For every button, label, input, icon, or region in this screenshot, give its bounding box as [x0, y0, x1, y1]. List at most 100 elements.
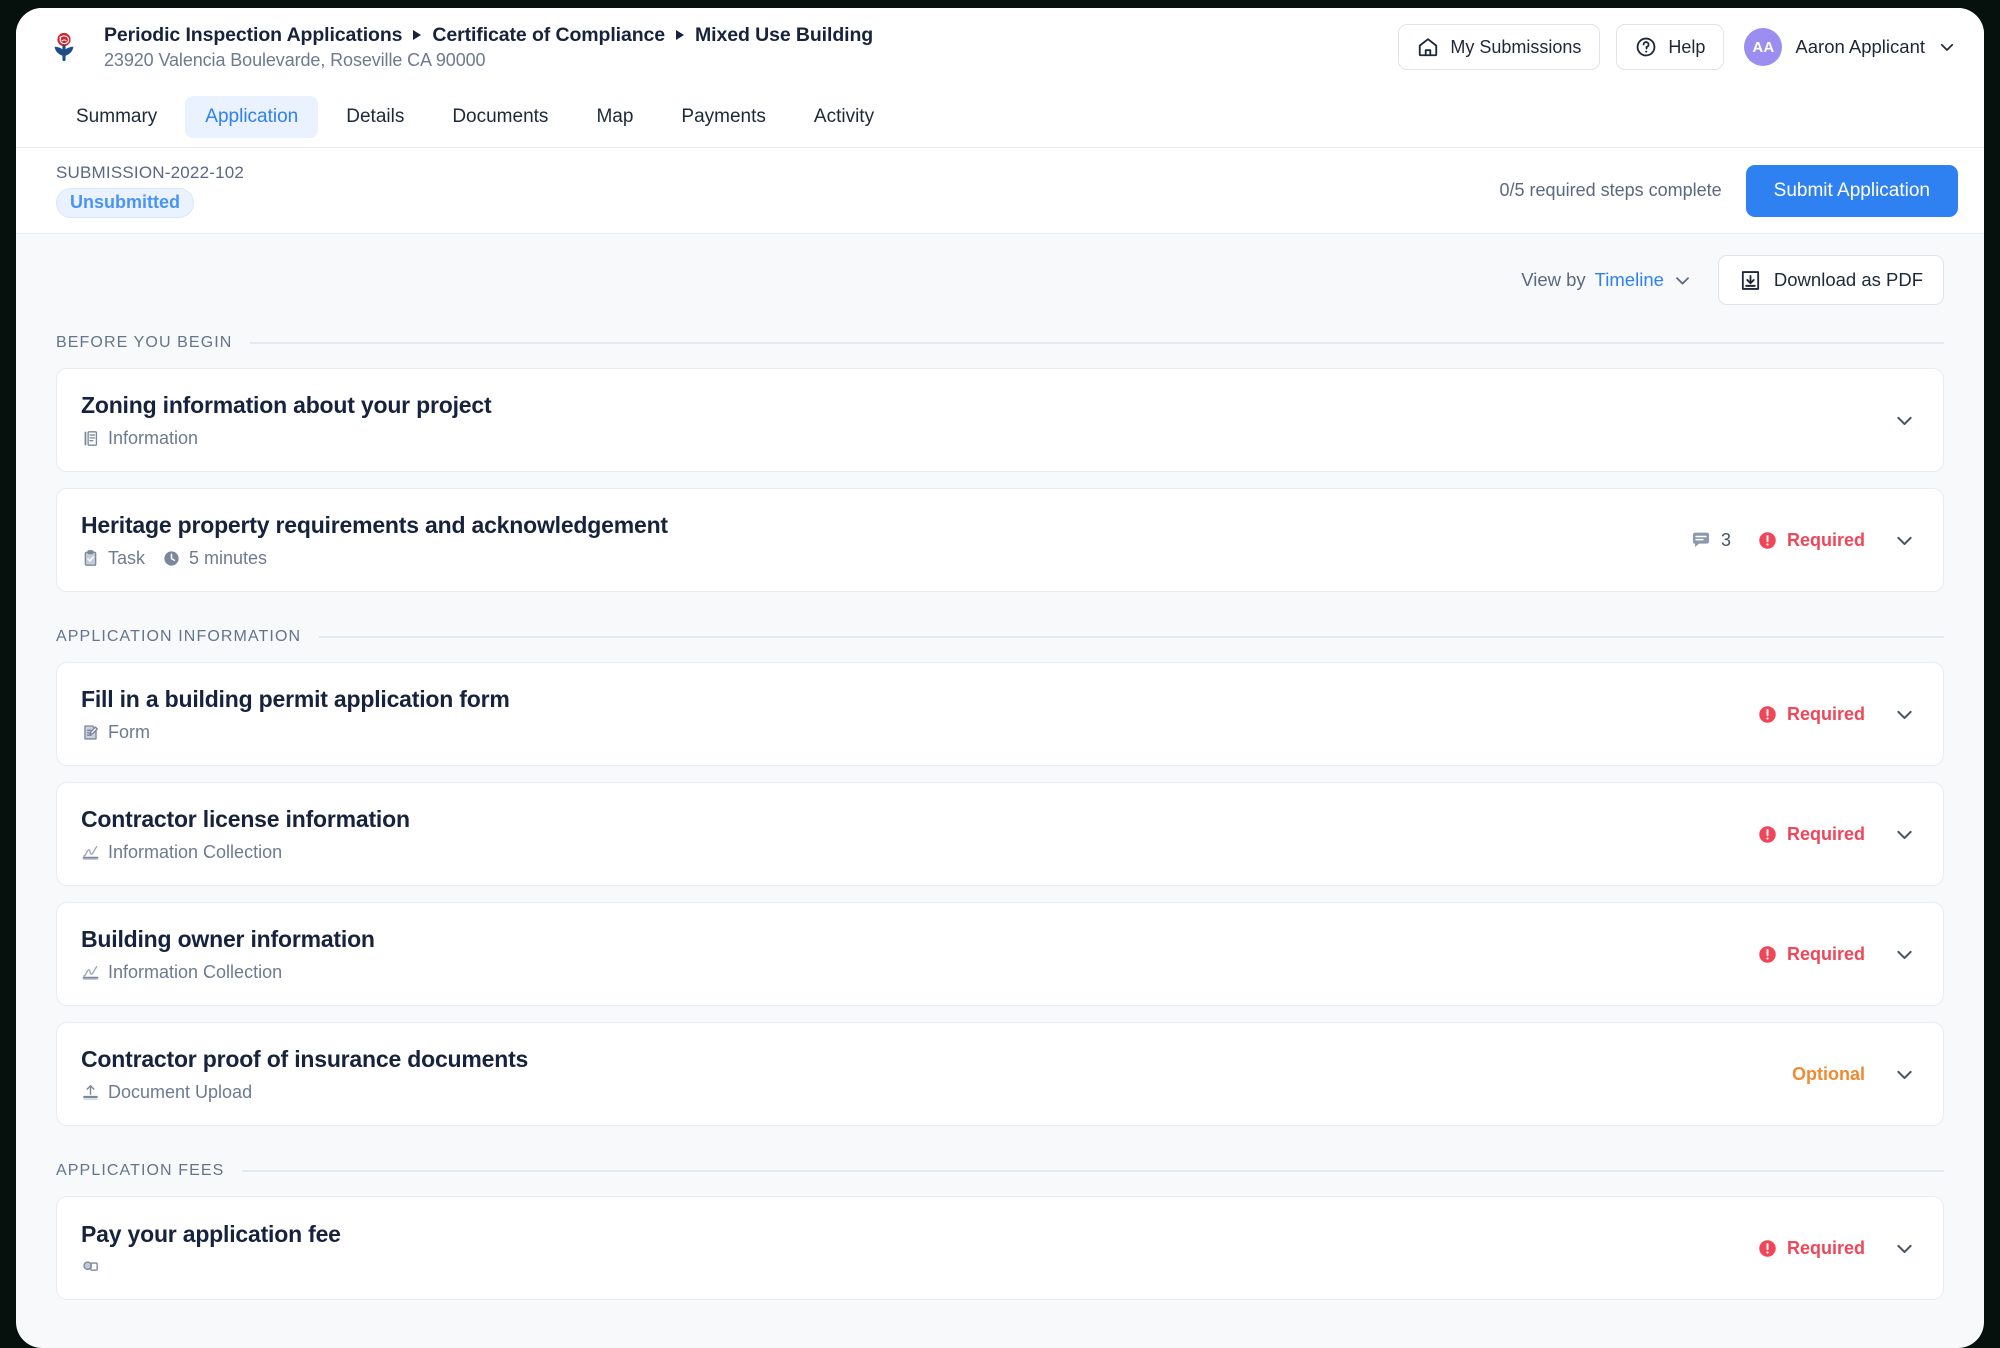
chevron-down-icon[interactable] [1891, 944, 1917, 965]
chevron-down-icon[interactable] [1891, 410, 1917, 431]
step-card-pay-application-fee[interactable]: Pay your application fee Required [56, 1196, 1944, 1300]
step-title: Zoning information about your project [81, 391, 492, 418]
status-badge-label: Optional [1792, 1063, 1865, 1084]
section-title: APPLICATION INFORMATION [56, 628, 302, 645]
my-submissions-button[interactable]: My Submissions [1398, 24, 1601, 70]
breadcrumb-separator-icon [413, 30, 422, 40]
step-type-label: Information Collection [108, 961, 283, 982]
tab-application[interactable]: Application [185, 95, 319, 138]
property-address: 23920 Valencia Boulevarde, Roseville CA … [104, 49, 486, 70]
tab-payments[interactable]: Payments [661, 96, 785, 138]
section-divider [319, 636, 1944, 638]
step-card-building-owner-information[interactable]: Building owner information Information C… [56, 902, 1944, 1006]
signature-icon [81, 963, 100, 982]
upload-icon [81, 1083, 100, 1102]
alert-circle-icon [1757, 1238, 1778, 1259]
clock-icon [162, 549, 181, 568]
status-badge-label: Required [1786, 943, 1865, 964]
avatar: AA [1744, 28, 1783, 66]
view-by-selector[interactable]: View by Timeline [1521, 269, 1692, 291]
help-label: Help [1668, 36, 1706, 57]
breadcrumb: Periodic Inspection Applications Certifi… [104, 24, 873, 71]
application-content: View by Timeline Download as PDF BEFORE … [16, 234, 1984, 1300]
step-title: Contractor license information [81, 805, 410, 832]
status-badge: Unsubmitted [56, 188, 194, 218]
comment-bubble-icon [1690, 529, 1712, 551]
step-title: Fill in a building permit application fo… [81, 685, 510, 712]
user-name: Aaron Applicant [1795, 36, 1925, 57]
comment-count: 3 [1720, 529, 1731, 550]
chevron-down-icon[interactable] [1891, 530, 1917, 551]
status-badge-required: Required [1757, 704, 1865, 725]
status-badge-required: Required [1757, 1238, 1865, 1259]
download-box-icon [1739, 269, 1762, 292]
step-card-contractor-license[interactable]: Contractor license information Informati… [56, 782, 1944, 886]
section-header-application-fees: APPLICATION FEES [56, 1162, 1944, 1180]
question-circle-icon [1635, 36, 1657, 58]
alert-circle-icon [1757, 824, 1778, 845]
submission-id: SUBMISSION-2022-102 [56, 163, 245, 182]
information-panel-icon [81, 429, 100, 448]
signature-icon [81, 843, 100, 862]
status-badge-label: Required [1786, 529, 1865, 550]
form-pencil-icon [81, 723, 100, 742]
tab-details[interactable]: Details [326, 96, 424, 138]
section-title: BEFORE YOU BEGIN [56, 334, 233, 351]
clipboard-check-icon [81, 549, 100, 568]
submission-bar: SUBMISSION-2022-102 Unsubmitted 0/5 requ… [16, 148, 1984, 234]
breadcrumb-item-1[interactable]: Certificate of Compliance [432, 24, 665, 47]
step-title: Pay your application fee [81, 1220, 341, 1247]
step-card-proof-of-insurance[interactable]: Contractor proof of insurance documents … [56, 1022, 1944, 1126]
status-badge-optional: Optional [1792, 1064, 1865, 1085]
chevron-down-icon [1938, 38, 1956, 56]
step-title: Building owner information [81, 925, 375, 952]
tab-summary[interactable]: Summary [56, 96, 177, 138]
status-badge-label: Required [1786, 1237, 1865, 1258]
step-title: Contractor proof of insurance documents [81, 1045, 529, 1072]
step-type-label: Information Collection [108, 841, 283, 862]
download-pdf-button[interactable]: Download as PDF [1717, 255, 1944, 305]
tab-bar: Summary Application Details Documents Ma… [16, 86, 1984, 148]
tab-activity[interactable]: Activity [794, 96, 894, 138]
app-window: Periodic Inspection Applications Certifi… [16, 8, 1984, 1348]
status-badge-required: Required [1757, 530, 1865, 551]
payment-icon [81, 1257, 100, 1276]
view-by-label: View by [1521, 269, 1586, 290]
status-badge-label: Required [1786, 703, 1865, 724]
rose-logo-icon [38, 21, 90, 73]
breadcrumb-item-0[interactable]: Periodic Inspection Applications [104, 24, 402, 47]
breadcrumb-separator-icon [676, 30, 685, 40]
tab-documents[interactable]: Documents [432, 96, 568, 138]
required-steps-progress: 0/5 required steps complete [1499, 180, 1722, 200]
section-divider [242, 1170, 1944, 1172]
chevron-down-icon [1673, 271, 1692, 290]
view-by-value: Timeline [1594, 269, 1664, 290]
section-header-application-information: APPLICATION INFORMATION [56, 628, 1944, 646]
step-type-label: Information [108, 427, 199, 448]
chevron-down-icon[interactable] [1891, 824, 1917, 845]
chevron-down-icon[interactable] [1891, 1064, 1917, 1085]
status-badge-required: Required [1757, 944, 1865, 965]
download-pdf-label: Download as PDF [1773, 269, 1923, 290]
comments-indicator[interactable]: 3 [1690, 529, 1731, 551]
step-card-zoning-information[interactable]: Zoning information about your project In… [56, 368, 1944, 472]
chevron-down-icon[interactable] [1891, 1238, 1917, 1259]
user-menu[interactable]: AA Aaron Applicant [1740, 28, 1956, 66]
home-icon [1417, 36, 1439, 58]
step-card-heritage-property[interactable]: Heritage property requirements and ackno… [56, 488, 1944, 592]
step-title: Heritage property requirements and ackno… [81, 511, 668, 538]
tab-map[interactable]: Map [576, 96, 653, 138]
alert-circle-icon [1757, 704, 1778, 725]
chevron-down-icon[interactable] [1891, 704, 1917, 725]
status-badge-label: Required [1786, 823, 1865, 844]
header-actions: My Submissions Help AA Aaron Applicant [1398, 24, 1956, 70]
section-header-before-you-begin: BEFORE YOU BEGIN [56, 334, 1944, 352]
alert-circle-icon [1757, 530, 1778, 551]
step-type-label: Form [108, 721, 150, 742]
my-submissions-label: My Submissions [1450, 36, 1582, 57]
submit-application-button[interactable]: Submit Application [1745, 164, 1958, 217]
breadcrumb-item-2[interactable]: Mixed Use Building [695, 24, 873, 47]
section-title: APPLICATION FEES [56, 1162, 225, 1179]
step-card-building-permit-form[interactable]: Fill in a building permit application fo… [56, 662, 1944, 766]
help-button[interactable]: Help [1616, 24, 1725, 70]
